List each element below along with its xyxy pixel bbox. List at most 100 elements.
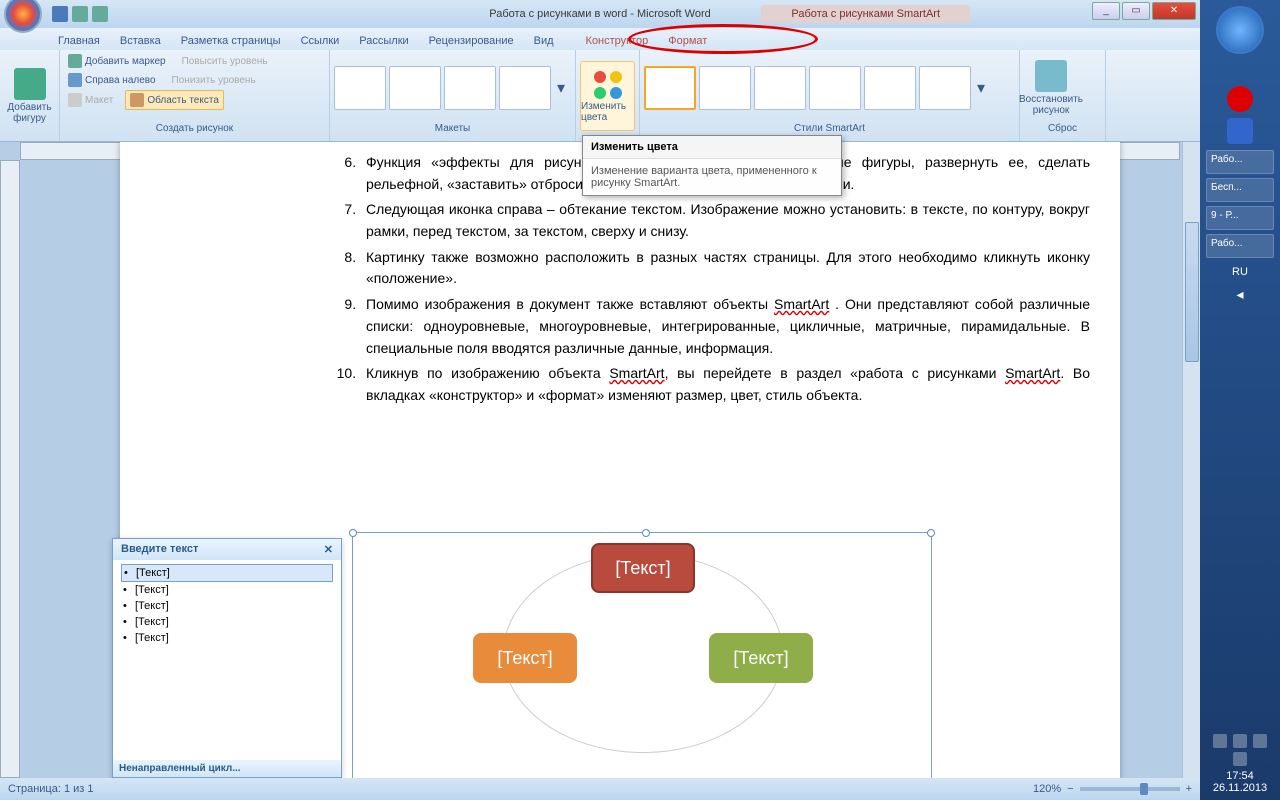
taskbar-item[interactable]: Рабо... xyxy=(1206,150,1274,174)
text-pane-item[interactable]: [Текст] xyxy=(121,582,333,598)
styles-more-icon[interactable]: ▾ xyxy=(974,78,988,98)
text-pane-item[interactable]: [Текст] xyxy=(121,614,333,630)
zoom-slider-thumb[interactable] xyxy=(1140,783,1148,795)
reset-button[interactable]: Восстановить рисунок xyxy=(1024,53,1078,123)
tab-review[interactable]: Рецензирование xyxy=(419,32,524,50)
rtl-button[interactable]: Справа налево xyxy=(64,71,160,89)
tooltip: Изменить цвета Изменение варианта цвета,… xyxy=(582,135,842,196)
smartart-node-left[interactable]: [Текст] xyxy=(473,633,577,683)
status-page[interactable]: Страница: 1 из 1 xyxy=(8,783,94,795)
text-area-button[interactable]: Область текста xyxy=(125,90,224,110)
windows-taskbar: Рабо... Бесп... 9 - Р... Рабо... RU ◂ 17… xyxy=(1200,0,1280,800)
save-icon[interactable] xyxy=(52,6,68,22)
add-shape-label: Добавить фигуру xyxy=(5,102,54,124)
page[interactable]: Функция «эффекты для рисунка» позволяет … xyxy=(120,142,1120,778)
yandex-icon[interactable] xyxy=(1227,86,1253,112)
style-thumb-3[interactable] xyxy=(754,66,806,110)
smartart-text-pane[interactable]: Введите текст ✕ [Текст] [Текст] [Текст] … xyxy=(112,538,342,778)
ribbon: Добавить фигуру Добавить маркер Повысить… xyxy=(0,50,1200,142)
zoom-value[interactable]: 120% xyxy=(1033,783,1061,795)
network-icon[interactable] xyxy=(1233,752,1247,766)
group-layouts-label: Макеты xyxy=(334,123,571,139)
language-indicator[interactable]: RU xyxy=(1200,266,1280,278)
add-shape-button[interactable]: Добавить фигуру xyxy=(4,61,55,131)
quick-access-toolbar xyxy=(52,6,108,22)
reset-label: Восстановить рисунок xyxy=(1019,94,1083,116)
text-pane-item[interactable]: [Текст] xyxy=(121,598,333,614)
clock-time[interactable]: 17:54 xyxy=(1200,770,1280,782)
tab-mailings[interactable]: Рассылки xyxy=(349,32,418,50)
list-item: Кликнув по изображению объекта SmartArt,… xyxy=(360,363,1090,406)
resize-handle[interactable] xyxy=(927,529,935,537)
list-item: Картинку также возможно расположить в ра… xyxy=(360,247,1090,290)
maximize-button[interactable]: ▭ xyxy=(1122,2,1150,20)
zoom-controls: 120% − + xyxy=(1033,783,1192,795)
tab-format[interactable]: Формат xyxy=(658,32,717,50)
tray-icon[interactable] xyxy=(1213,734,1227,748)
text-pane-list: [Текст] [Текст] [Текст] [Текст] [Текст] xyxy=(113,560,341,650)
clock-date[interactable]: 26.11.2013 xyxy=(1200,782,1280,794)
list-item: Следующая иконка справа – обтекание текс… xyxy=(360,199,1090,242)
tab-designer[interactable]: Конструктор xyxy=(576,32,659,50)
resize-handle[interactable] xyxy=(642,529,650,537)
resize-handle[interactable] xyxy=(349,529,357,537)
tab-references[interactable]: Ссылки xyxy=(291,32,350,50)
group-create-label: Создать рисунок xyxy=(64,123,325,139)
zoom-slider[interactable] xyxy=(1080,787,1180,791)
tray-icon[interactable] xyxy=(1253,734,1267,748)
smartart-node-top[interactable]: [Текст] xyxy=(591,543,695,593)
tab-page-layout[interactable]: Разметка страницы xyxy=(171,32,291,50)
document-area: Функция «эффекты для рисунка» позволяет … xyxy=(0,142,1200,778)
change-colors-button[interactable]: Изменить цвета xyxy=(580,61,635,131)
tooltip-body: Изменение варианта цвета, примененного к… xyxy=(583,159,841,195)
change-colors-label: Изменить цвета xyxy=(581,101,634,123)
style-thumb-5[interactable] xyxy=(864,66,916,110)
vertical-scrollbar[interactable] xyxy=(1182,142,1200,778)
taskbar-item[interactable]: Бесп... xyxy=(1206,178,1274,202)
app-icon[interactable] xyxy=(1227,118,1253,144)
undo-icon[interactable] xyxy=(72,6,88,22)
style-thumb-2[interactable] xyxy=(699,66,751,110)
start-button[interactable] xyxy=(1216,6,1264,54)
smartart-node-right[interactable]: [Текст] xyxy=(709,633,813,683)
layout-thumb-3[interactable] xyxy=(444,66,496,110)
tab-view[interactable]: Вид xyxy=(524,32,564,50)
promote-button[interactable]: Повысить уровень xyxy=(178,52,272,70)
layout-button[interactable]: Макет xyxy=(64,90,117,110)
tooltip-title: Изменить цвета xyxy=(583,136,841,159)
close-button[interactable]: ✕ xyxy=(1152,2,1196,20)
zoom-in-icon[interactable]: + xyxy=(1186,783,1192,795)
ribbon-tabs: Главная Вставка Разметка страницы Ссылки… xyxy=(0,28,1200,50)
vertical-ruler[interactable] xyxy=(0,160,20,778)
minimize-button[interactable]: _ xyxy=(1092,2,1120,20)
redo-icon[interactable] xyxy=(92,6,108,22)
style-thumb-4[interactable] xyxy=(809,66,861,110)
style-thumb-1[interactable] xyxy=(644,66,696,110)
add-marker-button[interactable]: Добавить маркер xyxy=(64,52,170,70)
scroll-thumb[interactable] xyxy=(1185,222,1199,362)
text-pane-header: Введите текст ✕ xyxy=(113,539,341,560)
tab-home[interactable]: Главная xyxy=(48,32,110,50)
zoom-out-icon[interactable]: − xyxy=(1067,783,1073,795)
demote-button[interactable]: Понизить уровень xyxy=(168,71,260,89)
chevron-left-icon[interactable]: ◂ xyxy=(1200,286,1280,303)
style-thumb-6[interactable] xyxy=(919,66,971,110)
titlebar: Работа с рисунками в word - Microsoft Wo… xyxy=(0,0,1200,28)
taskbar-item[interactable]: 9 - Р... xyxy=(1206,206,1274,230)
text-pane-footer: Ненаправленный цикл... xyxy=(113,760,341,777)
close-icon[interactable]: ✕ xyxy=(324,543,333,556)
text-pane-item[interactable]: [Текст] xyxy=(121,564,333,582)
tab-insert[interactable]: Вставка xyxy=(110,32,171,50)
word-window: Работа с рисунками в word - Microsoft Wo… xyxy=(0,0,1200,800)
layouts-more-icon[interactable]: ▾ xyxy=(554,78,568,98)
layout-thumb-2[interactable] xyxy=(389,66,441,110)
window-title: Работа с рисунками в word - Microsoft Wo… xyxy=(489,8,710,20)
smartart-canvas[interactable]: [Текст] [Текст] [Текст] xyxy=(352,532,932,778)
layout-thumb-4[interactable] xyxy=(499,66,551,110)
group-reset-label: Сброс xyxy=(1024,123,1101,139)
text-pane-item[interactable]: [Текст] xyxy=(121,630,333,646)
taskbar-item[interactable]: Рабо... xyxy=(1206,234,1274,258)
system-tray: 17:54 26.11.2013 xyxy=(1200,734,1280,794)
tray-icon[interactable] xyxy=(1233,734,1247,748)
layout-thumb-1[interactable] xyxy=(334,66,386,110)
